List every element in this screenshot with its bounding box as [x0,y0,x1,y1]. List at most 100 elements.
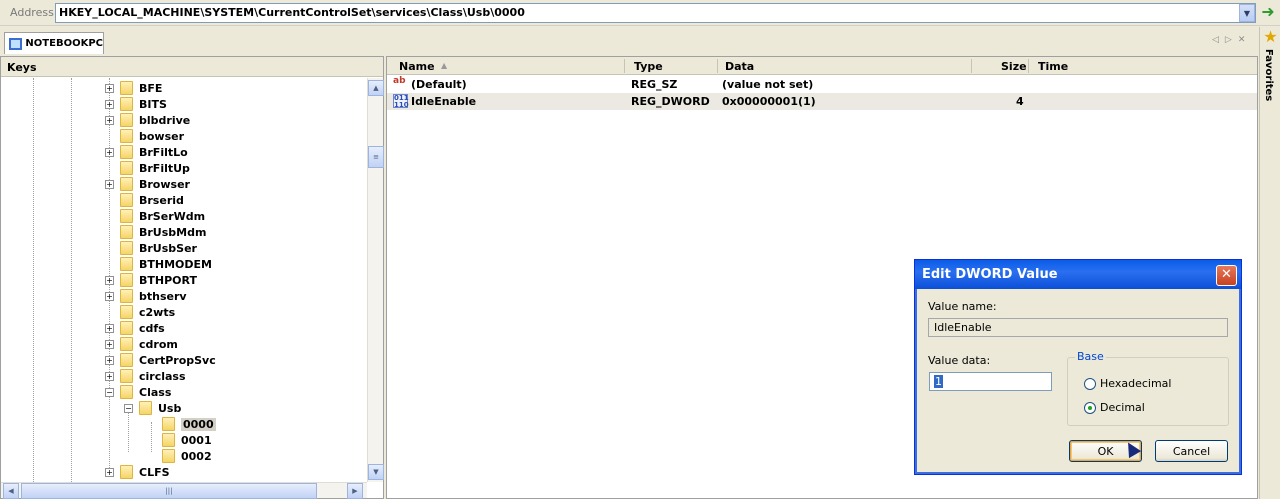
scroll-thumb[interactable]: ≡ [368,146,384,168]
tree-item-label: BrFiltLo [139,145,188,159]
tree-item-class[interactable]: − Class [105,384,171,400]
value-name-field: IdleEnable [928,318,1228,337]
expand-icon[interactable]: + [105,179,114,189]
folder-icon [120,305,133,319]
hexadecimal-radio[interactable]: Hexadecimal [1084,377,1171,390]
tree-item-label: cdrom [139,337,178,351]
tab-prev-icon[interactable]: ◁ [1212,35,1225,45]
tree-item-brserid[interactable]: Brserid [105,192,184,208]
column-data[interactable]: Data [725,60,754,73]
tree-item-0001[interactable]: 0001 [147,432,212,448]
tree-item-c2wts[interactable]: c2wts [105,304,175,320]
expand-icon[interactable]: + [105,355,114,365]
folder-icon [120,353,133,367]
tree-item-brusbser[interactable]: BrUsbSer [105,240,197,256]
tree-item-0002[interactable]: 0002 [147,448,212,464]
expand-icon[interactable]: + [105,115,114,125]
value-row-default[interactable]: ab (Default) REG_SZ (value not set) [387,76,1257,93]
column-separator [971,59,972,73]
tree-item-circlass[interactable]: + circlass [105,368,186,384]
expand-icon[interactable]: + [105,371,114,381]
go-arrow-icon[interactable]: ➜ [1259,4,1277,22]
tree-item-label: BTHPORT [139,273,197,287]
folder-icon [120,193,133,207]
scroll-left-icon[interactable]: ◀ [3,483,19,499]
address-dropdown-button[interactable]: ▼ [1239,4,1255,22]
value-row-idleenable[interactable]: 011 110 IdleEnable REG_DWORD 0x00000001(1… [387,93,1257,110]
tree-item-blbdrive[interactable]: + blbdrive [105,112,190,128]
expand-icon[interactable]: + [105,291,114,301]
column-name[interactable]: Name [399,60,435,73]
favorites-label: Favorites [1263,49,1274,102]
folder-icon [120,241,133,255]
column-size[interactable]: Size [1001,60,1027,73]
scroll-down-icon[interactable]: ▼ [368,464,384,480]
tree-item-brserwdm[interactable]: BrSerWdm [105,208,205,224]
keys-horizontal-scrollbar[interactable]: ◀ ||| ▶ [1,482,367,499]
expand-icon[interactable]: + [105,275,114,285]
tree-item-bits[interactable]: + BITS [105,96,167,112]
tree-item-label: Class [139,385,172,399]
column-separator [1028,59,1029,73]
tab-navigation: ◁▷✕ [1212,35,1251,45]
tree-item-label: Usb [158,401,182,415]
radio-circle [1084,377,1096,390]
radio-circle-selected [1084,401,1096,414]
dialog-title: Edit DWORD Value [915,260,1241,289]
tree-item-label: BTHMODEM [139,257,212,271]
tree-item-bthport[interactable]: + BTHPORT [105,272,197,288]
tree-item-bfe[interactable]: + BFE [105,80,162,96]
collapse-icon[interactable]: − [105,387,114,397]
expand-icon[interactable]: + [105,147,114,157]
expand-icon[interactable]: + [105,83,114,93]
column-type[interactable]: Type [634,60,663,73]
value-type: REG_SZ [631,78,678,91]
hscroll-thumb[interactable]: ||| [21,483,317,499]
collapse-icon[interactable]: − [124,403,133,413]
tree-item-bthmodem[interactable]: BTHMODEM [105,256,212,272]
value-name: IdleEnable [411,95,477,108]
hexadecimal-label: Hexadecimal [1100,377,1172,390]
tab-close-icon[interactable]: ✕ [1238,35,1252,45]
folder-icon [120,465,133,479]
close-icon[interactable]: ✕ [1216,265,1237,286]
tree-item-brfiltup[interactable]: BrFiltUp [105,160,190,176]
folder-icon [120,225,133,239]
expand-icon[interactable]: + [105,339,114,349]
tree-item-browser[interactable]: + Browser [105,176,190,192]
address-input[interactable]: HKEY_LOCAL_MACHINE\SYSTEM\CurrentControl… [55,3,1256,23]
tab-next-icon[interactable]: ▷ [1225,35,1238,45]
favorites-panel[interactable]: ★ Favorites [1259,27,1280,499]
values-header: Name ▲ Type Data Size Time [387,57,1257,75]
computer-icon [9,37,23,50]
expand-icon[interactable]: + [105,467,114,477]
expand-icon[interactable]: + [105,323,114,333]
scroll-right-icon[interactable]: ▶ [347,483,363,499]
tree-item-label: blbdrive [139,113,191,127]
tree-item-certpropsvc[interactable]: + CertPropSvc [105,352,216,368]
folder-icon [120,113,133,127]
tree-item-cdfs[interactable]: + cdfs [105,320,165,336]
column-time[interactable]: Time [1038,60,1068,73]
tree-item-brusbmdm[interactable]: BrUsbMdm [105,224,206,240]
tree-item-usb[interactable]: − Usb [124,400,181,416]
expand-icon[interactable]: + [105,99,114,109]
value-type: REG_DWORD [631,95,710,108]
tree-item-label: 0002 [181,449,212,463]
tree-item-bthserv[interactable]: + bthserv [105,288,187,304]
keys-vertical-scrollbar[interactable]: ▲ ≡ ▼ [367,78,384,482]
scroll-up-icon[interactable]: ▲ [368,80,384,96]
value-name: (Default) [411,78,467,91]
tree-item-brfiltlo[interactable]: + BrFiltLo [105,144,188,160]
tab-notebookpc[interactable]: NOTEBOOKPC [4,32,104,54]
tree-item-0000[interactable]: 0000 [147,416,216,432]
value-data-input[interactable]: 1 [929,372,1052,391]
tree-item-bowser[interactable]: bowser [105,128,184,144]
tree-item-cdrom[interactable]: + cdrom [105,336,178,352]
folder-icon [120,177,133,191]
decimal-radio[interactable]: Decimal [1084,401,1145,414]
cancel-button[interactable]: Cancel [1155,440,1228,462]
tree-guide-line [33,78,34,482]
tree-item-clfs[interactable]: + CLFS [105,464,170,480]
value-data: 0x00000001(1) [722,95,816,108]
